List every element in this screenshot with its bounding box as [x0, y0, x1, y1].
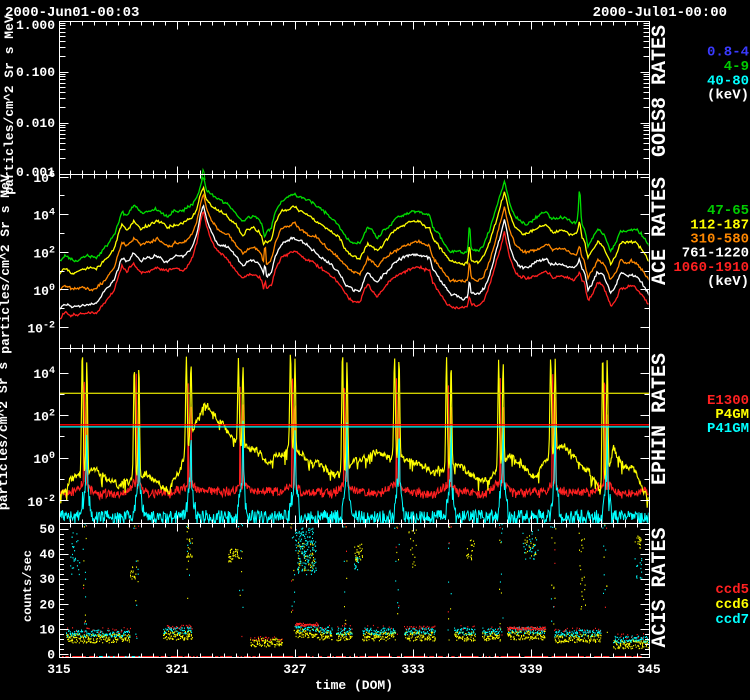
svg-text:counts/sec: counts/sec: [21, 550, 35, 622]
svg-text:327: 327: [283, 662, 306, 677]
svg-text:30: 30: [39, 572, 55, 587]
svg-text:0.100: 0.100: [16, 65, 55, 80]
svg-text:P41GM: P41GM: [707, 421, 749, 437]
svg-text:20: 20: [39, 597, 55, 612]
svg-text:315: 315: [47, 662, 71, 677]
svg-text:particles/cm^2 Sr s: particles/cm^2 Sr s: [0, 362, 11, 510]
svg-text:(keV): (keV): [707, 274, 749, 290]
svg-text:10: 10: [39, 622, 55, 637]
svg-text:321: 321: [165, 662, 189, 677]
svg-text:time (DOM): time (DOM): [315, 678, 393, 693]
svg-text:333: 333: [401, 662, 425, 677]
svg-text:ccd6: ccd6: [715, 597, 749, 613]
svg-text:1.000: 1.000: [16, 18, 55, 33]
svg-text:ACE RATES: ACE RATES: [649, 177, 672, 285]
svg-text:particles/cm^2 Sr s MeV: particles/cm^2 Sr s MeV: [2, 15, 17, 195]
svg-text:50: 50: [39, 522, 55, 537]
svg-text:0: 0: [47, 648, 55, 663]
svg-text:GOES8 RATES: GOES8 RATES: [649, 25, 672, 157]
svg-text:40: 40: [39, 547, 55, 562]
svg-text:ccd7: ccd7: [715, 612, 749, 628]
svg-text:ACIS RATES: ACIS RATES: [649, 528, 672, 648]
svg-text:339: 339: [519, 662, 543, 677]
svg-text:EPHIN RATES: EPHIN RATES: [649, 353, 672, 485]
svg-text:(keV): (keV): [707, 88, 749, 104]
svg-text:345: 345: [637, 662, 661, 677]
svg-text:ccd5: ccd5: [715, 582, 749, 598]
svg-text:0.010: 0.010: [16, 116, 55, 131]
svg-text:2000-Jul01-00:00: 2000-Jul01-00:00: [593, 5, 727, 21]
svg-text:particles/cm^2 Sr s MeV: particles/cm^2 Sr s MeV: [0, 174, 13, 354]
